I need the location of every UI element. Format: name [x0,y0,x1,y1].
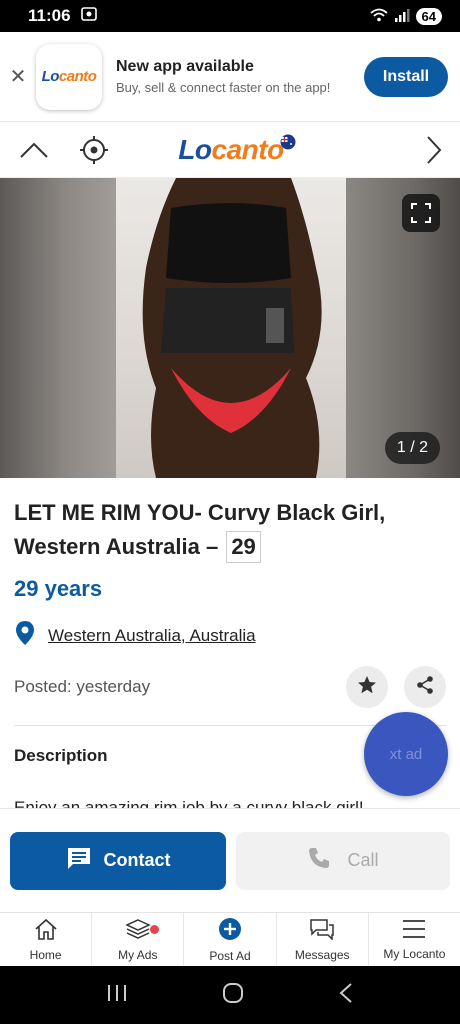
back-icon[interactable] [338,982,354,1009]
fullscreen-icon[interactable] [402,194,440,232]
ad-photo-gallery[interactable]: 1 / 2 [0,178,460,478]
top-navigation: Locanto [0,122,460,178]
posted-date: Posted: yesterday [14,677,151,696]
messages-icon [309,918,335,945]
bottom-navigation: Home My Ads Post Ad Messages My Locanto [0,912,460,966]
star-icon [357,675,377,700]
contact-label: Contact [103,850,171,870]
system-navigation [0,966,460,1024]
home-icon [34,918,58,945]
status-time: 11:06 [28,6,71,25]
install-button[interactable]: Install [364,56,448,97]
close-icon[interactable]: ✕ [0,64,36,89]
call-button[interactable]: Call [236,831,450,890]
message-icon [66,846,92,875]
tab-label: Home [29,947,62,962]
locanto-logo[interactable]: Locanto [166,130,296,170]
menu-icon [402,919,426,944]
logo-part-1: Lo [41,68,60,85]
nav-logo-part-1: Lo [178,134,212,165]
ad-photo[interactable] [116,178,346,478]
logo-part-2: canto [58,68,97,85]
call-label: Call [347,850,379,870]
wifi-icon [369,8,388,25]
location-link[interactable]: Western Australia, Australia [48,626,256,646]
tab-post-ad[interactable]: Post Ad [184,913,277,966]
favorite-button[interactable] [346,666,388,708]
recent-apps-icon[interactable] [106,983,128,1008]
status-bar: 11:06 64 [0,0,460,32]
location-country[interactable]: Australia [189,626,255,645]
stack-icon [124,918,151,945]
share-button[interactable] [404,666,446,708]
contact-button[interactable]: Contact [10,831,226,890]
description-text: Enjoy an amazing rim job by a curvy blac… [14,798,364,808]
notification-dot [150,925,160,934]
banner-title: New app available [116,58,254,75]
nav-logo-part-2: canto [211,134,285,165]
ad-title-age: 29 [226,531,261,563]
signal-icon [394,8,410,25]
ad-title-text: LET ME RIM YOU- Curvy Black Girl, Wester… [14,500,386,559]
photo-counter: 1 / 2 [384,432,440,464]
tab-home[interactable]: Home [0,913,93,966]
screenshot-icon [80,6,97,26]
phone-icon [307,846,331,875]
app-logo: Locanto [36,43,102,110]
app-install-banner: ✕ Locanto New app available Buy, sell & … [0,32,460,122]
tab-label: My Ads [118,947,158,962]
tab-label: Post Ad [209,948,251,963]
contact-actions: Contact Call [0,808,460,912]
tab-label: Messages [294,947,350,962]
chevron-right-icon[interactable] [418,134,450,166]
plus-circle-icon [218,917,242,946]
share-icon [415,675,435,700]
location-target-icon[interactable] [78,134,110,166]
ad-title: LET ME RIM YOU- Curvy Black Girl, Wester… [14,496,446,564]
home-button-icon[interactable] [221,981,245,1010]
chevron-up-icon[interactable] [18,134,50,166]
location-region[interactable]: Western Australia [48,626,181,645]
banner-subtitle: Buy, sell & connect faster on the app! [116,80,331,95]
location-pin-icon [14,620,36,651]
location-row[interactable]: Western Australia, Australia [14,620,446,651]
battery-indicator: 64 [415,7,442,25]
tab-my-ads[interactable]: My Ads [92,913,185,966]
tab-messages[interactable]: Messages [277,913,369,966]
tab-label: My Locanto [383,946,446,961]
tab-my-locanto[interactable]: My Locanto [369,913,460,966]
next-ad-button[interactable]: xt ad [364,712,448,796]
australia-flag-icon [280,134,296,155]
age-label: 29 years [14,576,103,601]
next-ad-label: xt ad [389,745,423,763]
